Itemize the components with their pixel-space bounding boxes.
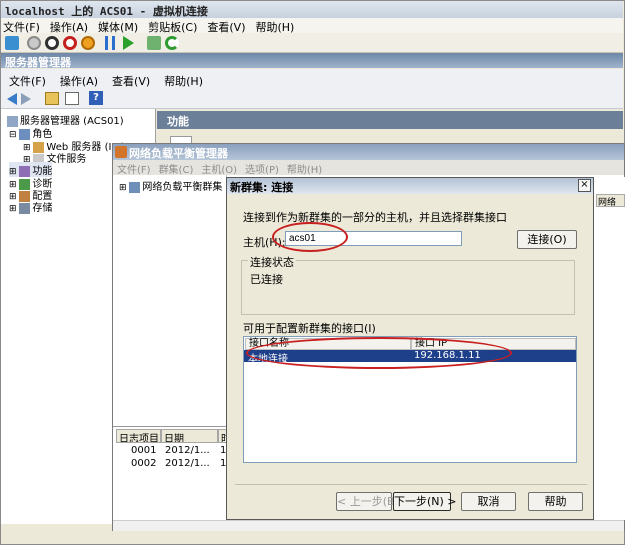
log-col-entry[interactable]: 日志项目 [116, 429, 161, 443]
log-row-1-date: 2012/1... [165, 445, 210, 456]
nlb-right-pane [595, 177, 625, 520]
nlb-menubar: 文件(F) 群集(C) 主机(O) 选项(P) 帮助(H) [113, 160, 624, 176]
vm-title: localhost 上的 ACS01 - 虚拟机连接 [1, 1, 623, 18]
features-pane-header: 功能 [157, 111, 623, 129]
sm-menu-help[interactable]: 帮助(H) [164, 75, 203, 88]
vm-menubar: 文件(F) 操作(A) 媒体(M) 剪贴板(C) 查看(V) 帮助(H) [1, 18, 623, 34]
vm-toolbar [1, 33, 623, 53]
revert-icon[interactable] [165, 36, 179, 50]
next-button[interactable]: 下一步(N) > [393, 492, 457, 511]
dialog-instruction: 连接到作为新群集的一部分的主机，并且选择群集接口 [243, 211, 507, 224]
pause-icon[interactable] [105, 36, 115, 50]
forward-arrow-icon[interactable] [21, 93, 31, 105]
highlight-oval-host [272, 222, 348, 252]
nlb-horizontal-scrollbar[interactable] [113, 520, 624, 531]
highlight-oval-interface [246, 337, 512, 369]
sm-menu-view[interactable]: 查看(V) [112, 75, 150, 88]
help-icon[interactable]: ? [89, 91, 103, 105]
nlb-right-col-head[interactable]: 网络 [596, 194, 625, 208]
server-manager-menubar: 文件(F) 操作(A) 查看(V) 帮助(H) [1, 69, 623, 89]
status-value: 已连接 [250, 273, 283, 286]
back-button[interactable]: < 上一步(B) [336, 492, 399, 511]
ctrl-alt-del-icon[interactable] [5, 36, 19, 50]
nlb-menu-help[interactable]: 帮助(H) [287, 165, 322, 176]
back-arrow-icon[interactable] [7, 93, 17, 105]
save-icon[interactable] [81, 36, 95, 50]
log-row-2-date: 2012/1... [165, 458, 210, 469]
server-manager-toolbar: ? [1, 89, 623, 109]
folder-up-icon[interactable] [45, 92, 59, 105]
close-icon[interactable]: × [578, 179, 591, 192]
nlb-log-panel: 日志项目 日期 时 0001 2012/1... 1 0002 2012/1..… [113, 426, 228, 520]
reset-icon[interactable] [123, 36, 134, 50]
tree-item-storage[interactable]: ⊞ 存储 [9, 199, 52, 214]
start-icon[interactable] [27, 36, 41, 50]
connect-button[interactable]: 连接(O) [517, 230, 577, 249]
storage-icon [19, 202, 31, 214]
iface-label: 可用于配置新群集的接口(I) [243, 322, 376, 335]
nlb-tree-root[interactable]: ⊞ 网络负载平衡群集 [119, 178, 222, 193]
dialog-divider [235, 484, 587, 485]
nlb-manager-title: 网络负载平衡管理器 [113, 144, 624, 160]
log-row-2-id: 0002 [131, 458, 157, 469]
nlb-menu-options[interactable]: 选项(P) [245, 165, 279, 176]
shutdown-icon[interactable] [63, 36, 77, 50]
nlb-app-icon [115, 146, 127, 158]
server-manager-title: 服务器管理器 [1, 53, 623, 69]
dialog-title: 新群集: 连接 [227, 178, 593, 194]
log-col-date[interactable]: 日期 [161, 429, 218, 443]
turn-off-icon[interactable] [45, 36, 59, 50]
status-group-label: 连接状态 [248, 254, 296, 270]
log-row-1-id: 0001 [131, 445, 157, 456]
sm-menu-file[interactable]: 文件(F) [9, 75, 46, 88]
snapshot-icon[interactable] [147, 36, 161, 50]
sm-menu-action[interactable]: 操作(A) [60, 75, 98, 88]
cluster-icon [129, 181, 141, 193]
nlb-tree: ⊞ 网络负载平衡群集 [113, 175, 227, 425]
show-hide-tree-icon[interactable] [65, 92, 79, 105]
cancel-button[interactable]: 取消 [461, 492, 516, 511]
help-button[interactable]: 帮助 [528, 492, 583, 511]
